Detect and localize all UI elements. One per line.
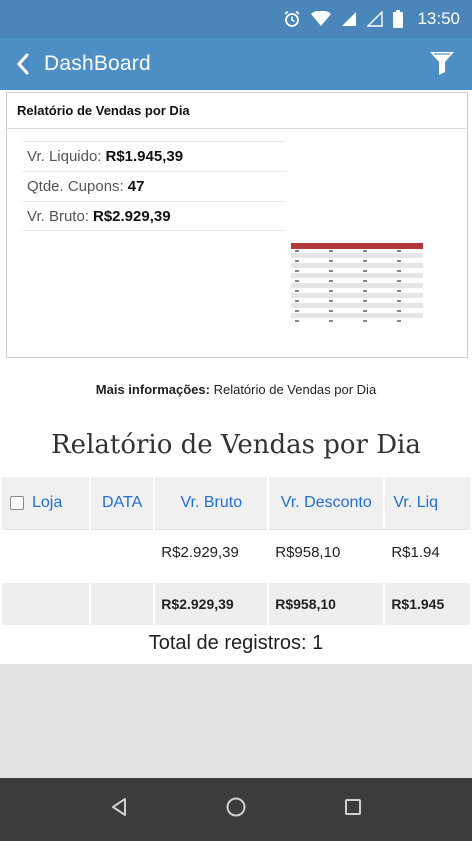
report-thumbnail-image <box>291 243 423 322</box>
chevron-left-icon <box>16 53 30 75</box>
header-label: Loja <box>32 494 63 511</box>
table-row[interactable]: R$2.929,39 R$958,10 R$1.94 <box>2 529 470 575</box>
triangle-back-icon <box>110 797 128 822</box>
summary-row-cupons: Qtde. Cupons: 47 <box>21 171 285 201</box>
summary-value: 47 <box>127 178 145 195</box>
filter-icon <box>428 48 456 81</box>
filter-button[interactable] <box>426 48 458 80</box>
nav-back-button[interactable] <box>99 790 139 830</box>
card-title: Relatório de Vendas por Dia <box>7 93 467 129</box>
cell-vr-desconto: R$958,10 <box>269 529 384 575</box>
summary-list: Vr. Liquido: R$1.945,39 Qtde. Cupons: 47… <box>21 141 285 231</box>
table-header-row: Loja DATA Vr. Bruto Vr. Desconto Vr. Liq <box>2 477 470 529</box>
back-label: DashBoard <box>44 52 151 75</box>
report-card[interactable]: Relatório de Vendas por Dia Vr. Liquido:… <box>6 92 468 358</box>
system-nav-bar <box>0 778 472 841</box>
data-table: Loja DATA Vr. Bruto Vr. Desconto Vr. Liq… <box>0 477 472 625</box>
wifi-icon <box>311 11 332 27</box>
cell-vr-desconto: R$958,10 <box>269 583 384 625</box>
cell-data <box>90 583 154 625</box>
report-heading: Relatório de Vendas por Dia <box>51 430 421 460</box>
signal-icon <box>341 11 357 27</box>
battery-icon <box>393 10 404 28</box>
summary-row-liquido: Vr. Liquido: R$1.945,39 <box>21 141 285 171</box>
alarm-icon <box>283 10 301 28</box>
select-all-checkbox[interactable] <box>10 495 24 510</box>
summary-value: R$2.929,39 <box>92 207 171 225</box>
header-data[interactable]: DATA <box>90 477 154 529</box>
cell-loja <box>2 529 89 575</box>
back-button[interactable]: DashBoard <box>16 52 151 76</box>
data-table-container[interactable]: Loja DATA Vr. Bruto Vr. Desconto Vr. Liq… <box>0 477 472 625</box>
empty-area <box>0 664 472 778</box>
cell-vr-liquido: R$1.945 <box>385 583 470 625</box>
cell-vr-liquido: R$1.94 <box>385 529 470 575</box>
cell-data <box>90 529 154 575</box>
circle-home-icon <box>225 796 247 823</box>
app-bar: DashBoard <box>0 38 472 90</box>
more-info: Mais informações: Relatório de Vendas po… <box>0 382 472 397</box>
more-info-link[interactable]: Relatório de Vendas por Dia <box>214 382 377 397</box>
summary-label: Qtde. Cupons: <box>27 178 124 195</box>
header-vr-liquido[interactable]: Vr. Liq <box>385 477 470 529</box>
summary-row-bruto: Vr. Bruto: R$2.929,39 <box>21 201 285 231</box>
clock-time: 13:50 <box>417 9 460 28</box>
row-spacer <box>2 575 470 583</box>
signal-empty-icon <box>367 11 384 27</box>
more-info-label: Mais informações: <box>95 382 210 397</box>
header-vr-desconto[interactable]: Vr. Desconto <box>269 477 384 529</box>
summary-label: Vr. Liquido: <box>27 148 102 165</box>
cell-vr-bruto: R$2.929,39 <box>155 529 268 575</box>
header-vr-bruto[interactable]: Vr. Bruto <box>155 477 268 529</box>
table-totals-row: R$2.929,39 R$958,10 R$1.945 <box>2 583 470 625</box>
summary-value: R$1.945,39 <box>105 148 184 165</box>
cell-vr-bruto: R$2.929,39 <box>155 583 268 625</box>
nav-recents-button[interactable] <box>333 790 373 830</box>
nav-home-button[interactable] <box>216 790 256 830</box>
status-bar: 13:50 <box>0 0 472 38</box>
header-loja[interactable]: Loja <box>2 477 89 529</box>
summary-label: Vr. Bruto: <box>27 207 89 225</box>
square-recents-icon <box>344 798 362 821</box>
cell-loja <box>2 583 89 625</box>
total-records: Total de registros: 1 <box>148 632 324 654</box>
